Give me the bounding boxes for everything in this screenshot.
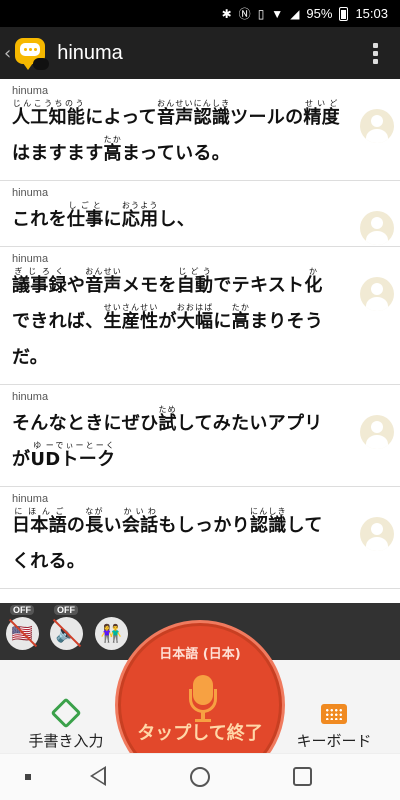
handwriting-button[interactable]: 手書き入力 [6, 697, 126, 751]
overflow-menu-icon[interactable] [373, 42, 378, 64]
language-label[interactable]: 日本語 (日本) [118, 643, 282, 662]
app-logo[interactable] [13, 35, 50, 71]
tap-to-stop-label: タップして終了 [137, 723, 263, 744]
speaker-name: hinuma [12, 253, 49, 265]
nfc-icon: Ⓝ [238, 6, 251, 21]
wifi-icon: ▼ [271, 6, 284, 21]
message-item[interactable]: hinuma 日本語にほんごの長ながい会話かいわもしっかり認識にんしきしてくれる。 [0, 487, 400, 589]
message-item[interactable]: hinuma 議事録ぎじろくや音声おんせいメモを自動じどうでテキスト化かできれば、… [0, 247, 400, 385]
flag-off-badge: OFF [10, 605, 34, 615]
keyboard-icon [321, 704, 347, 724]
status-bar: ✱ Ⓝ ▯ ▼ ◢ 95% 15:03 [0, 0, 400, 27]
speaker-name: hinuma [12, 391, 49, 403]
avatar[interactable] [360, 211, 394, 245]
message-text: そんなときにぜひ試ためしてみたいアプリがUゆDトークーでぃーとーく [12, 405, 323, 470]
back-arrow-icon[interactable]: ‹ [4, 43, 11, 64]
message-item[interactable]: hinuma これを仕事しごとに応用おうようし、 [0, 181, 400, 247]
conversation-title: hinuma [57, 41, 123, 64]
app-bar: ‹ hinuma [0, 27, 400, 79]
bluetooth-icon: ✱ [221, 6, 232, 21]
battery-icon [339, 6, 349, 21]
handwriting-label: 手書き入力 [28, 732, 104, 750]
message-text: 日本語にほんごの長ながい会話かいわもしっかり認識にんしきしてくれる。 [12, 507, 323, 572]
keyboard-label: キーボード [296, 732, 372, 750]
avatar[interactable] [360, 415, 394, 449]
keyboard-button[interactable]: キーボード [274, 704, 394, 751]
avatar[interactable] [360, 517, 394, 551]
avatar[interactable] [360, 109, 394, 143]
nav-recents-icon[interactable] [293, 767, 312, 786]
avatar[interactable] [360, 277, 394, 311]
microphone-icon [189, 675, 217, 725]
message-text: 人工知能じんこうちのうによって音声認識おんせいにんしきツールの精度せいどはますま… [12, 99, 340, 164]
navigation-bar [0, 753, 400, 800]
message-item[interactable]: hinuma そんなときにぜひ試ためしてみたいアプリがUゆDトークーでぃーとーく [0, 385, 400, 487]
nav-back-icon[interactable] [90, 766, 106, 786]
message-item[interactable]: hinuma 人工知能じんこうちのうによって音声認識おんせいにんしきツールの精度せ… [0, 79, 400, 181]
message-text: 議事録ぎじろくや音声おんせいメモを自動じどうでテキスト化かできれば、生産性せいさ… [12, 267, 324, 368]
speaker-name: hinuma [12, 85, 49, 97]
sound-off-badge: OFF [54, 605, 78, 615]
battery-percent: 95% [306, 6, 333, 21]
pen-icon [50, 697, 82, 729]
signal-icon: ◢ [290, 6, 300, 21]
nav-dot-icon[interactable] [25, 774, 31, 780]
vibrate-icon: ▯ [257, 6, 265, 21]
nav-home-icon[interactable] [190, 767, 210, 787]
message-text: これを仕事しごとに応用おうようし、 [12, 201, 196, 230]
us-flag-icon[interactable]: 🇺🇸 [6, 617, 39, 650]
speaker-name: hinuma [12, 187, 49, 199]
speaker-name: hinuma [12, 493, 49, 505]
message-list[interactable]: hinuma 人工知能じんこうちのうによって音声認識おんせいにんしきツールの精度せ… [0, 79, 400, 603]
speaker-muted-icon[interactable]: 🔈 [50, 617, 83, 650]
clock: 15:03 [355, 6, 388, 21]
